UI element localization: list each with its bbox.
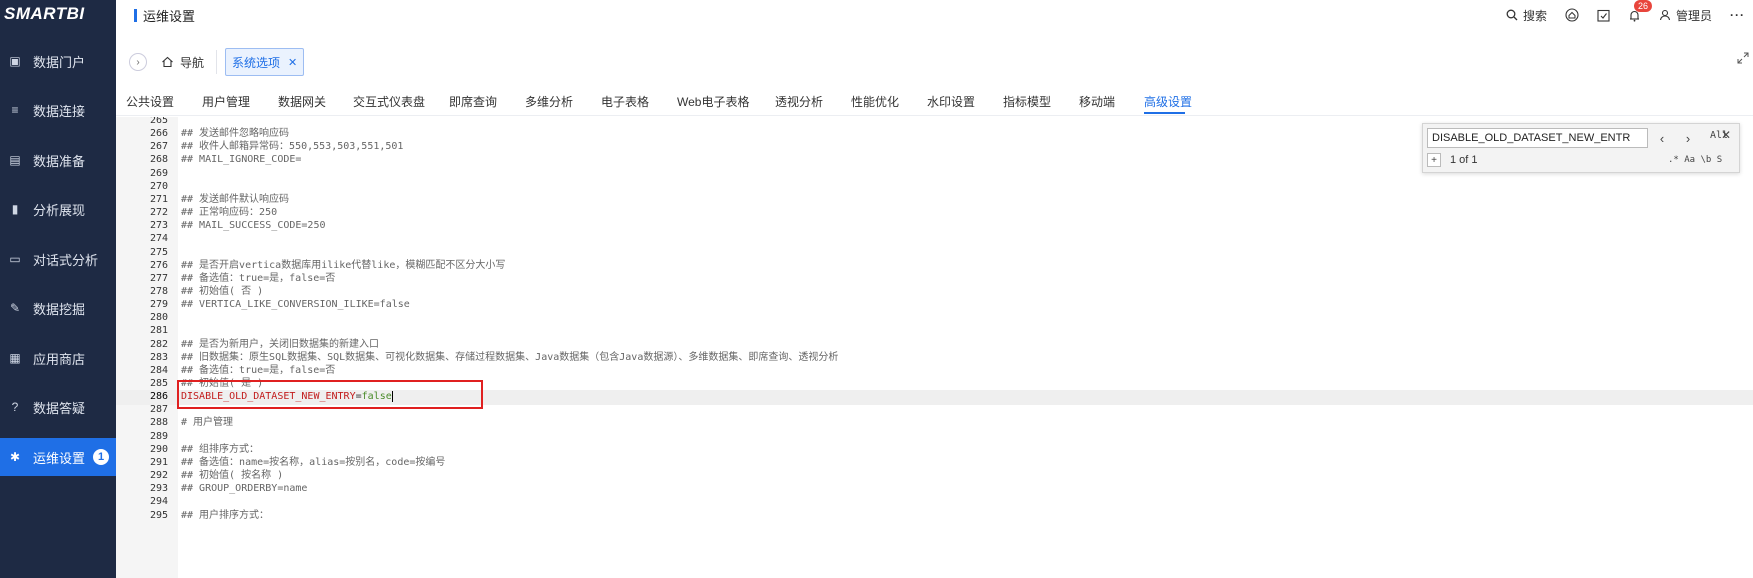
search-button[interactable]: 搜索	[1506, 7, 1547, 24]
sidebar-item-6[interactable]: ▦ 应用商店	[0, 339, 116, 377]
subtab-12[interactable]: 移动端	[1079, 93, 1115, 110]
user-icon	[1659, 9, 1671, 21]
sidebar-item-label: 数据答疑	[33, 400, 86, 416]
line-number: 295	[149, 509, 168, 521]
database-icon: ≡	[11, 103, 19, 117]
subtab-10[interactable]: 水印设置	[927, 93, 975, 110]
sidebar-item-label: 对话式分析	[33, 252, 99, 268]
sidebar-item-label: 数据门户	[33, 54, 86, 70]
user-menu[interactable]: 管理员	[1659, 7, 1712, 24]
gear-icon: ✱	[9, 450, 21, 464]
mining-icon: ✎	[9, 301, 21, 315]
sidebar-item-1[interactable]: ≡ 数据连接	[0, 91, 116, 129]
subtab-4[interactable]: 即席查询	[449, 93, 497, 110]
find-options[interactable]: .* Aa \b S	[1668, 155, 1722, 165]
code-editor[interactable]: 265 266 ## 发送邮件忽略响应码 267 ## 收件人邮箱异常码：550,553…	[116, 117, 1753, 578]
subtab-0[interactable]: 公共设置	[126, 93, 174, 110]
page-title: 运维设置	[143, 8, 196, 24]
search-icon	[1506, 9, 1518, 21]
fullscreen-icon[interactable]	[1737, 52, 1749, 64]
sidebar-item-label: 数据准备	[33, 153, 86, 169]
subtab-9[interactable]: 性能优化	[851, 93, 899, 110]
subtab-3[interactable]: 交互式仪表盘	[353, 93, 425, 110]
sidebar-item-label: 应用商店	[33, 351, 86, 367]
close-tab-icon[interactable]: ✕	[288, 56, 297, 69]
close-find-icon[interactable]: ✕	[1721, 128, 1731, 142]
subtab-5[interactable]: 多维分析	[525, 93, 573, 110]
more-icon[interactable]: ···	[1730, 8, 1745, 22]
sidebar-item-5[interactable]: ✎ 数据挖掘	[0, 289, 116, 327]
question-icon: ?	[11, 400, 19, 414]
sidebar-item-label: 运维设置	[33, 450, 86, 466]
subtab-13[interactable]: 高级设置	[1144, 93, 1192, 110]
tab-divider	[216, 50, 218, 74]
home-icon	[162, 56, 173, 68]
subtab-7[interactable]: Web电子表格	[677, 93, 749, 110]
prepare-icon: ▤	[9, 153, 21, 167]
sidebar-item-label: 数据连接	[33, 103, 86, 119]
sidebar-item-label: 数据挖掘	[33, 301, 86, 317]
line-text: ## 用户排序方式：	[181, 509, 270, 521]
tab-home[interactable]: 导航	[161, 54, 204, 71]
code-line: 295 ## 用户排序方式：	[116, 509, 1753, 524]
match-count: 1 of 1	[1450, 154, 1478, 166]
sidebar-item-3[interactable]: ▮ 分析展现	[0, 190, 116, 228]
tab-home-label: 导航	[180, 55, 205, 70]
find-widget: DISABLE_OLD_DATASET_NEW_ENTR ‹ › All ✕ +…	[1422, 123, 1740, 173]
title-mark	[134, 8, 137, 22]
search-label: 搜索	[1522, 8, 1547, 23]
sidebar-item-8[interactable]: ✱ 运维设置 1	[0, 438, 116, 476]
previous-match-icon[interactable]: ‹	[1652, 128, 1672, 148]
sidebar-badge: 1	[93, 449, 110, 465]
subtab-1[interactable]: 用户管理	[202, 93, 250, 110]
top-bar: 运维设置 搜索 26 管理员 ···	[116, 0, 1753, 30]
sidebar-item-0[interactable]: ▣ 数据门户	[0, 42, 116, 80]
subtab-6[interactable]: 电子表格	[601, 93, 649, 110]
sidebar-item-4[interactable]: ▭ 对话式分析	[0, 240, 116, 278]
portal-icon: ▣	[9, 54, 21, 68]
sidebar-item-7[interactable]: ? 数据答疑	[0, 388, 116, 426]
task-button[interactable]	[1597, 9, 1610, 22]
subtab-11[interactable]: 指标模型	[1003, 93, 1051, 110]
settings-subtabs: 公共设置 用户管理 数据网关 交互式仪表盘 即席查询 多维分析 电子表格 Web电子表格 透视分…	[116, 88, 1753, 116]
home-button[interactable]	[1565, 8, 1579, 22]
collapse-chevron-icon[interactable]: ›	[129, 53, 147, 71]
notification-button[interactable]: 26	[1628, 0, 1652, 22]
notification-badge: 26	[1633, 0, 1652, 12]
replace-toggle-icon[interactable]: +	[1427, 153, 1441, 167]
tab-bar: › 导航 系统选项 ✕	[116, 44, 1753, 80]
user-name: 管理员	[1675, 8, 1712, 23]
logo: SMARTBI	[4, 4, 85, 23]
next-match-icon[interactable]: ›	[1678, 128, 1698, 148]
bar-chart-icon: ▮	[11, 202, 19, 216]
tab-system-options[interactable]: 系统选项 ✕	[225, 48, 305, 76]
highlight-box	[177, 380, 483, 409]
home-circle-icon	[1565, 8, 1579, 22]
top-right-tools: 搜索 26 管理员 ···	[1488, 0, 1753, 30]
sidebar-item-label: 分析展现	[33, 202, 86, 218]
sidebar-item-2[interactable]: ▤ 数据准备	[0, 141, 116, 179]
subtab-2[interactable]: 数据网关	[278, 93, 326, 110]
tab-system-options-label: 系统选项	[232, 55, 281, 70]
sidebar: SMARTBI ▣ 数据门户 ≡ 数据连接 ▤ 数据准备 ▮ 分析展现 ▭ 对话式分析 ✎ 数据挖掘 ▦…	[0, 0, 116, 578]
active-subtab-underline	[1144, 112, 1185, 114]
chat-icon: ▭	[9, 252, 21, 266]
subtab-8[interactable]: 透视分析	[775, 93, 823, 110]
find-input[interactable]: DISABLE_OLD_DATASET_NEW_ENTR	[1427, 128, 1648, 148]
task-check-icon	[1597, 9, 1610, 22]
app-store-icon: ▦	[9, 351, 21, 365]
